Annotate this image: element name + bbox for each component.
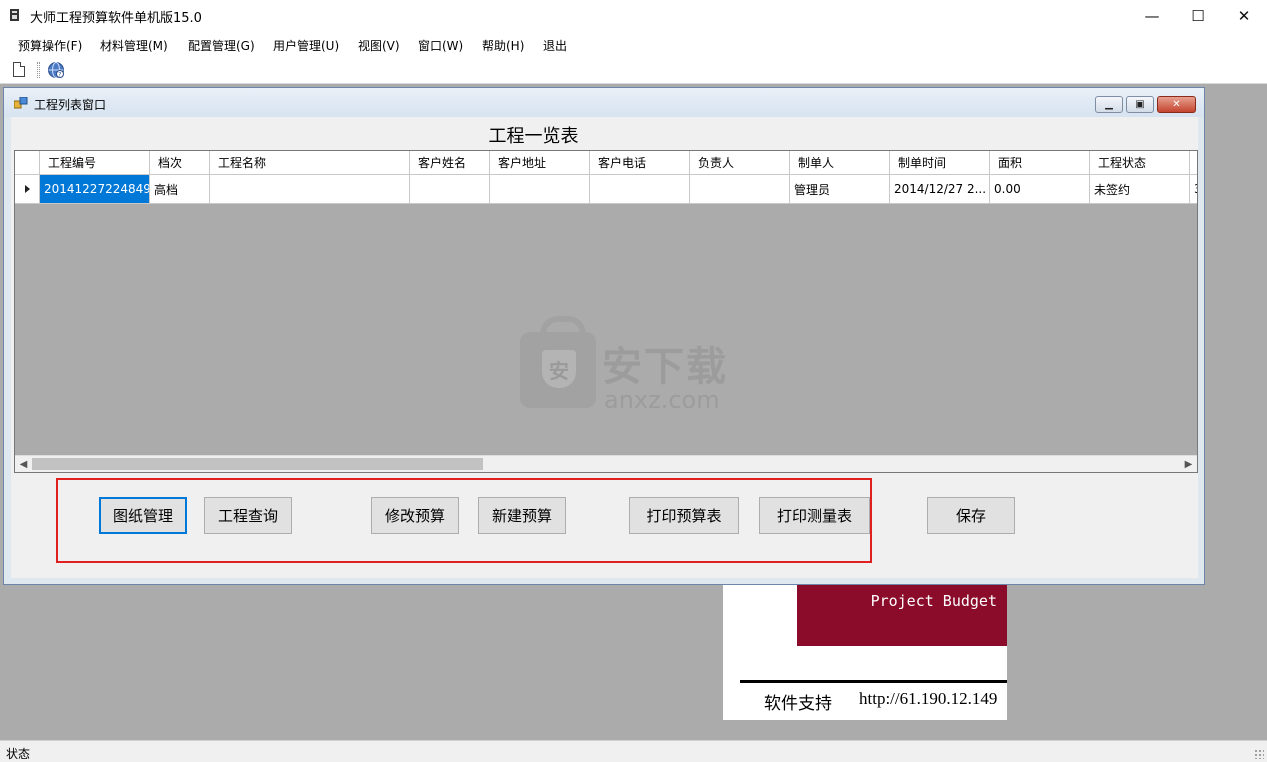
window-icon — [14, 97, 28, 109]
cell-customer-address[interactable] — [490, 175, 590, 204]
column-header[interactable]: 工程名称 — [210, 151, 410, 175]
cell-created-time[interactable]: 2014/12/27 2... — [890, 175, 990, 204]
horizontal-scrollbar[interactable]: ◀ ▶ — [15, 455, 1197, 472]
cell-project-name[interactable] — [210, 175, 410, 204]
child-close-button[interactable]: ✕ — [1157, 96, 1196, 113]
resize-grip-icon[interactable] — [1254, 749, 1264, 759]
menu-bar: 预算操作(F) 材料管理(M) 配置管理(G) 用户管理(U) 视图(V) 窗口… — [0, 31, 1267, 58]
splash-banner: Project Budget — [797, 585, 1007, 646]
close-button[interactable]: ✕ — [1221, 0, 1267, 31]
scroll-thumb[interactable] — [32, 458, 483, 470]
list-heading: 工程一览表 — [488, 126, 579, 147]
maximize-button[interactable]: ☐ — [1175, 0, 1221, 31]
app-icon — [10, 9, 19, 21]
column-header[interactable]: 档次 — [150, 151, 210, 175]
help-icon[interactable]: ? — [47, 61, 65, 79]
app-titlebar: 大师工程预算软件单机版15.0 — ☐ ✕ — [0, 0, 1267, 31]
splash-panel: Project Budget 软件支持 http://61.190.12.149 — [723, 585, 1007, 720]
cell-grade[interactable]: 高档 — [150, 175, 210, 204]
child-minimize-button[interactable]: ▁ — [1095, 96, 1123, 113]
status-bar: 状态 — [0, 740, 1267, 762]
status-text: 状态 — [6, 747, 31, 761]
column-header[interactable] — [1190, 151, 1197, 175]
app-title: 大师工程预算软件单机版15.0 — [30, 11, 202, 26]
table-row[interactable]: 20141227224849 高档 管理员 2014/12/27 2... 0.… — [15, 175, 1197, 204]
menu-config-mgmt[interactable]: 配置管理(G) — [188, 37, 255, 54]
cell-project-id[interactable]: 20141227224849 — [40, 175, 150, 204]
scroll-right-icon[interactable]: ▶ — [1180, 456, 1197, 472]
project-query-button[interactable]: 工程查询 — [204, 497, 292, 534]
toolbar: ? — [0, 58, 1267, 84]
row-pointer-icon — [24, 185, 30, 193]
svg-text:?: ? — [58, 71, 61, 78]
column-header[interactable]: 负责人 — [690, 151, 790, 175]
menu-exit[interactable]: 退出 — [543, 37, 567, 54]
row-selector[interactable] — [15, 175, 40, 204]
toolbar-separator — [37, 62, 40, 78]
child-maximize-button[interactable]: ▣ — [1126, 96, 1154, 113]
splash-support-url: http://61.190.12.149 — [859, 689, 998, 708]
cell-manager[interactable] — [690, 175, 790, 204]
scroll-left-icon[interactable]: ◀ — [15, 456, 32, 472]
column-header[interactable]: 工程编号 — [40, 151, 150, 175]
cell-status[interactable]: 未签约 — [1090, 175, 1190, 204]
cell-customer-name[interactable] — [410, 175, 490, 204]
splash-support-label: 软件支持 — [764, 694, 832, 714]
menu-window[interactable]: 窗口(W) — [418, 37, 463, 54]
column-header[interactable]: 客户姓名 — [410, 151, 490, 175]
new-budget-button[interactable]: 新建预算 — [478, 497, 566, 534]
menu-user-mgmt[interactable]: 用户管理(U) — [273, 37, 339, 54]
column-header[interactable]: 制单人 — [790, 151, 890, 175]
column-header[interactable]: 面积 — [990, 151, 1090, 175]
watermark-shield-icon: 安 — [542, 350, 576, 388]
watermark-text-en: anxz.com — [604, 386, 720, 414]
minimize-button[interactable]: — — [1129, 0, 1175, 31]
print-measure-button[interactable]: 打印测量表 — [759, 497, 870, 534]
cell-creator[interactable]: 管理员 — [790, 175, 890, 204]
column-header[interactable]: 制单时间 — [890, 151, 990, 175]
modify-budget-button[interactable]: 修改预算 — [371, 497, 459, 534]
column-header[interactable]: 客户地址 — [490, 151, 590, 175]
child-window-title: 工程列表窗口 — [34, 98, 107, 112]
splash-banner-text: Project Budget — [870, 592, 997, 610]
menu-budget-ops[interactable]: 预算操作(F) — [18, 37, 82, 54]
column-header[interactable]: 工程状态 — [1090, 151, 1190, 175]
save-button[interactable]: 保存 — [927, 497, 1015, 534]
cell-extra[interactable]: 3 — [1190, 175, 1197, 204]
row-header-corner — [15, 151, 40, 175]
watermark: 安 安下载 anxz.com — [520, 312, 750, 422]
menu-material-mgmt[interactable]: 材料管理(M) — [100, 37, 168, 54]
watermark-bag-icon: 安 — [520, 316, 596, 408]
splash-divider — [740, 680, 1007, 683]
column-header[interactable]: 客户电话 — [590, 151, 690, 175]
menu-view[interactable]: 视图(V) — [358, 37, 400, 54]
grid-header-row: 工程编号 档次 工程名称 客户姓名 客户地址 客户电话 负责人 制单人 制单时间… — [15, 151, 1197, 175]
cell-customer-phone[interactable] — [590, 175, 690, 204]
new-document-icon[interactable] — [13, 62, 25, 77]
watermark-text-cn: 安下载 — [602, 344, 728, 390]
drawing-mgmt-button[interactable]: 图纸管理 — [99, 497, 187, 534]
print-budget-button[interactable]: 打印预算表 — [629, 497, 739, 534]
cell-area[interactable]: 0.00 — [990, 175, 1090, 204]
child-titlebar: 工程列表窗口 ▁ ▣ ✕ — [4, 88, 1204, 117]
menu-help[interactable]: 帮助(H) — [482, 37, 524, 54]
